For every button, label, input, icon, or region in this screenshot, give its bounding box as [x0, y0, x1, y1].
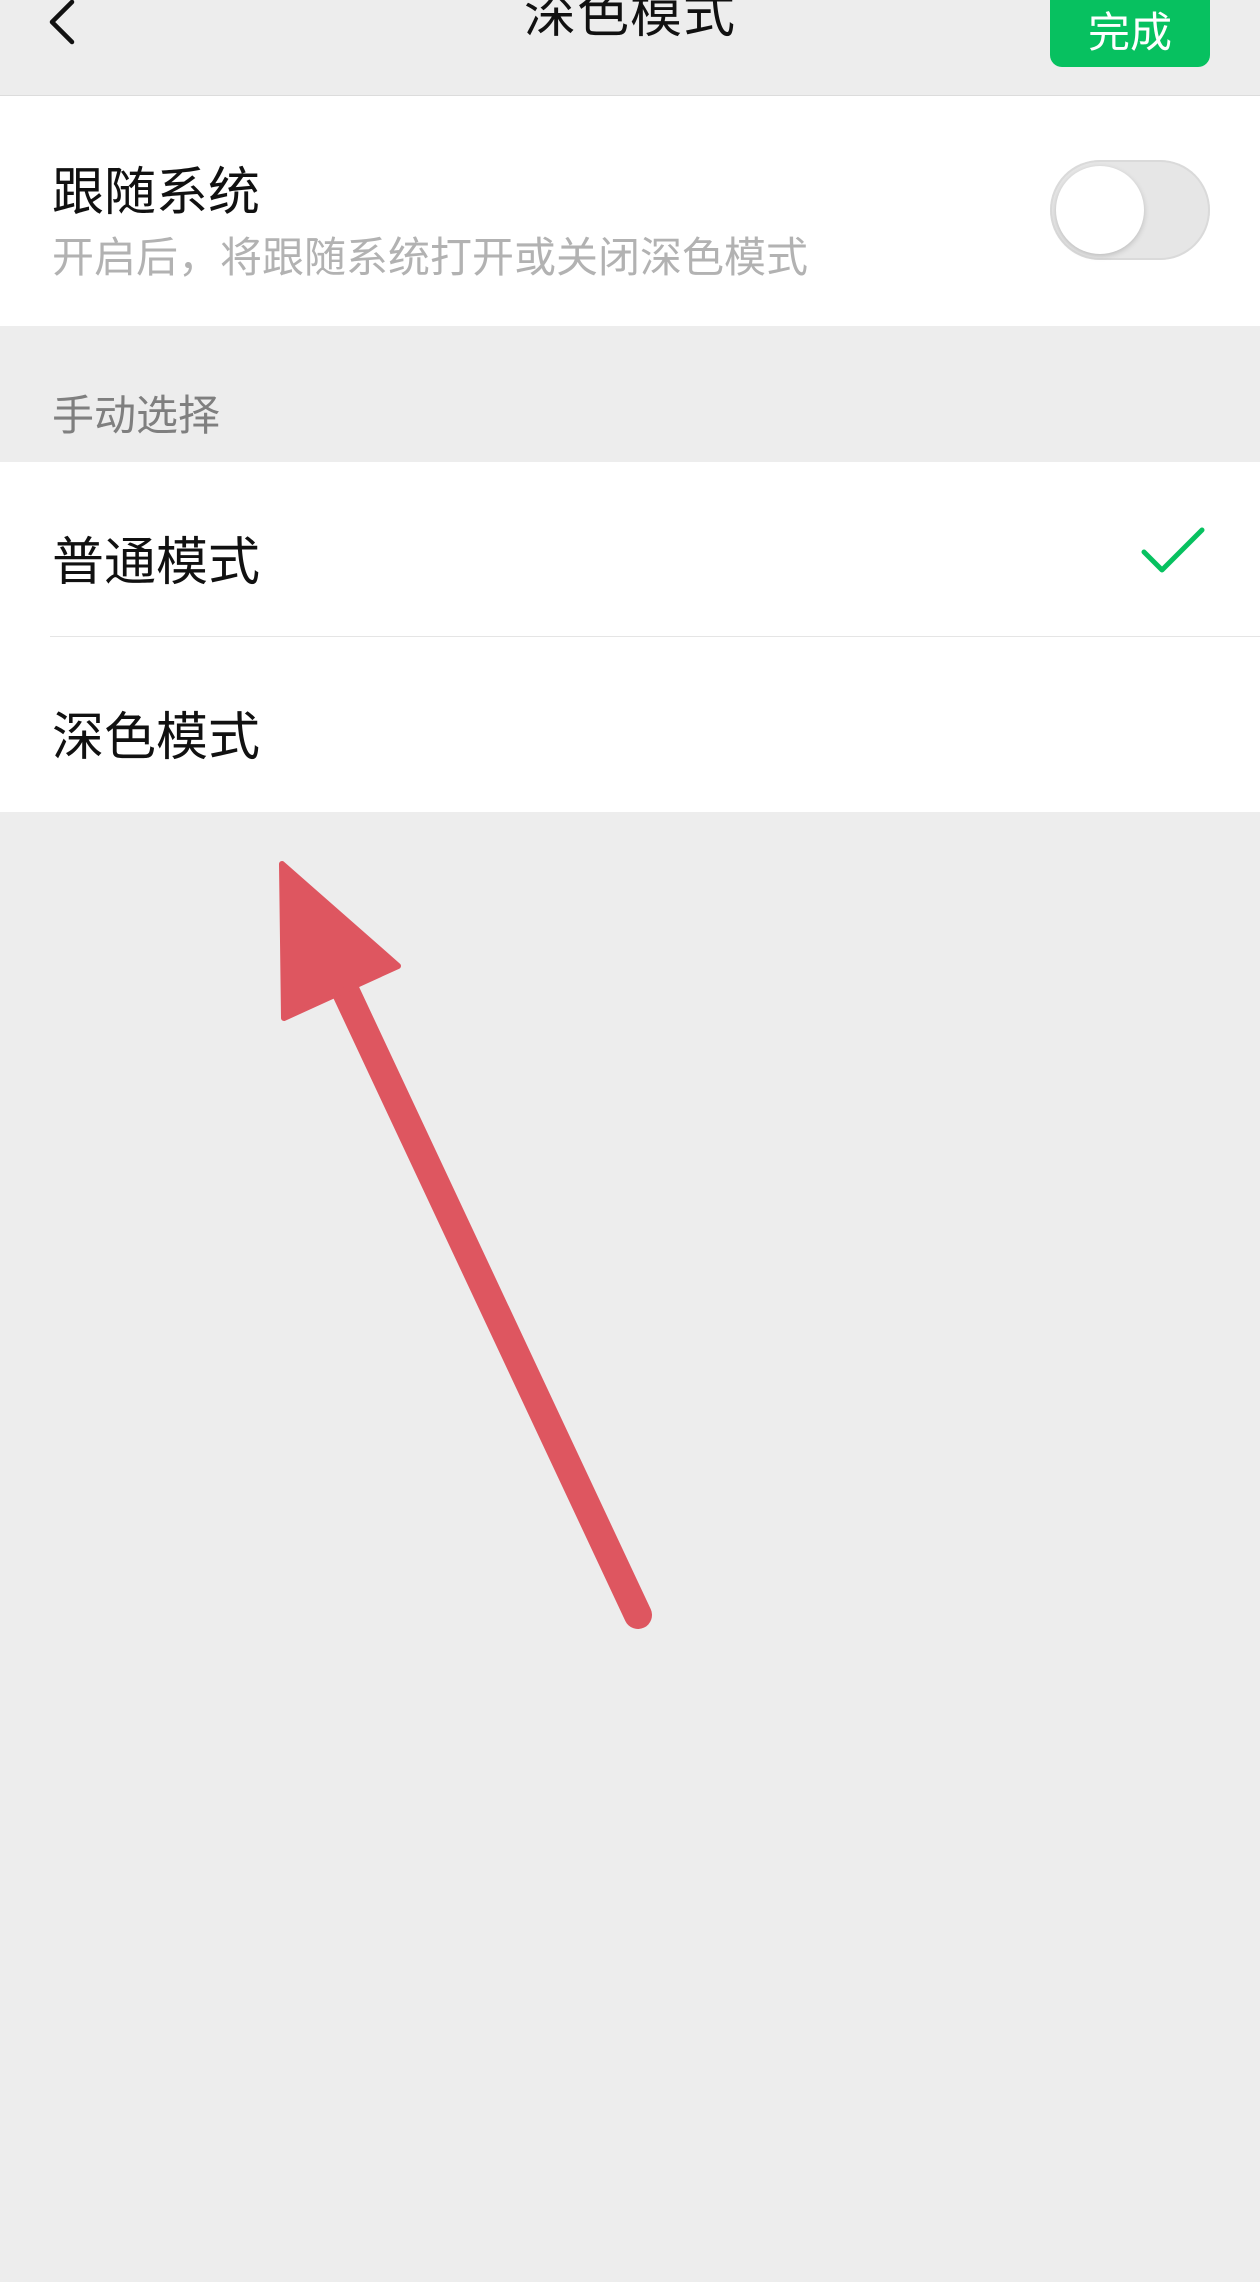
- follow-system-subtitle: 开启后，将跟随系统打开或关闭深色模式: [52, 233, 809, 282]
- follow-system-toggle[interactable]: [1050, 160, 1210, 260]
- nav-bar: 深色模式 完成: [0, 0, 1260, 96]
- divider: [50, 636, 1260, 637]
- option-dark-mode[interactable]: 深色模式: [52, 695, 260, 770]
- checkmark-icon: [1141, 527, 1205, 573]
- manual-section-label: 手动选择: [52, 391, 221, 440]
- follow-system-title: 跟随系统: [52, 163, 261, 223]
- option-normal-mode[interactable]: 普通模式: [52, 520, 260, 595]
- done-button[interactable]: 完成: [1050, 0, 1210, 67]
- annotation-arrow-icon: [279, 861, 652, 1629]
- toggle-knob: [1056, 166, 1144, 254]
